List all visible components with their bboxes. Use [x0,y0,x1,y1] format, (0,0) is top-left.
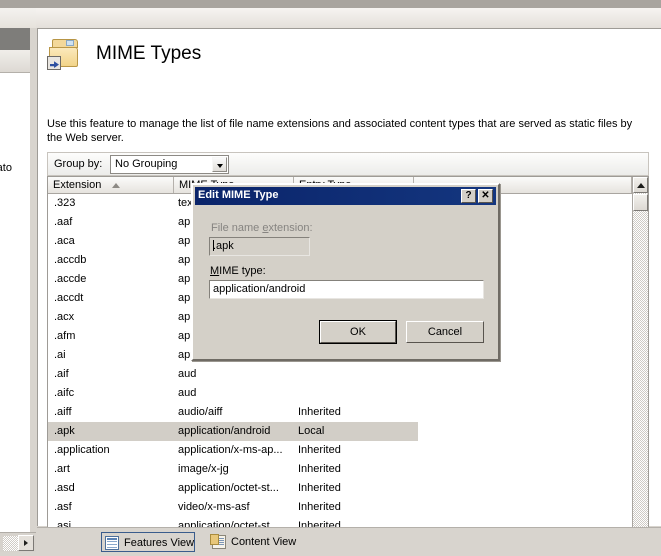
cell-mime-type: video/x-ms-asf [178,501,294,513]
group-by-toolbar: Group by: No Grouping [47,152,649,176]
sort-ascending-icon [112,183,120,188]
chevron-down-icon[interactable] [212,157,227,172]
cell-entry-type: Inherited [298,463,408,475]
cell-extension: .accde [54,273,174,285]
mime-type-field[interactable]: application/android [209,280,484,299]
cell-entry-type: Inherited [298,406,408,418]
window-toolbar-area [36,8,661,28]
cell-mime-type: application/octet-st... [178,482,294,494]
table-row[interactable]: .asd application/octet-st... Inherited [48,479,632,498]
cell-extension: .ai [54,349,174,361]
page-description: Use this feature to manage the list of f… [47,117,649,145]
dialog-title: Edit MIME Type [198,189,278,201]
mime-type-label: MIME type: [210,265,266,277]
file-name-extension-field[interactable]: .apk [209,237,310,256]
tab-content-view-label: Content View [231,536,296,548]
cell-mime-type: image/x-jg [178,463,294,475]
scroll-right-icon[interactable] [18,535,34,551]
close-icon[interactable]: ✕ [478,189,493,203]
cell-mime-type: audio/aiff [178,406,294,418]
background-horizontal-scrollbar[interactable] [0,532,36,553]
cell-extension: .afm [54,330,174,342]
table-row[interactable]: .art image/x-jg Inherited [48,460,632,479]
tab-features-view[interactable]: Features View [101,532,195,552]
cell-mime-type: aud [178,387,294,399]
view-tabs-bar: Features View Content View [37,527,661,556]
table-row[interactable]: .apk application/android Local [48,422,632,441]
table-row[interactable]: .asf video/x-ms-asf Inherited [48,498,632,517]
background-tree-header [0,28,30,50]
cell-entry-type: Local [298,425,408,437]
cell-entry-type: Inherited [298,444,408,456]
file-name-extension-value: .apk [213,240,234,252]
folder-shortcut-icon [46,37,82,73]
scroll-up-icon[interactable] [633,177,648,193]
cell-extension: .accdb [54,254,174,266]
cell-extension: .asd [54,482,174,494]
cell-extension: .accdt [54,292,174,304]
grid-view-icon [105,536,119,550]
cell-mime-type: application/android [178,425,294,437]
cell-extension: .art [54,463,174,475]
scrollbar-thumb[interactable] [633,194,648,211]
window-top-strip [36,0,661,8]
cell-extension: .aifc [54,387,174,399]
cell-extension: .asf [54,501,174,513]
background-tree-pane[interactable]: istrato [0,73,31,532]
background-tree-node-label: istrato [0,162,30,174]
ok-button[interactable]: OK [320,321,396,343]
cell-extension: .323 [54,197,174,209]
cell-extension: .aiff [54,406,174,418]
cell-mime-type: application/x-ms-ap... [178,444,294,456]
column-header-extension[interactable]: Extension [48,177,174,193]
tab-content-view[interactable]: Content View [209,532,296,552]
help-icon[interactable]: ? [461,189,476,203]
cell-extension: .application [54,444,174,456]
tab-features-view-label: Features View [124,537,194,549]
list-vertical-scrollbar[interactable] [632,177,648,546]
table-row[interactable]: .application application/x-ms-ap... Inheri… [48,441,632,460]
cancel-button[interactable]: Cancel [406,321,484,343]
background-tree-subheader [0,50,30,73]
folder-tab-icon [66,40,74,46]
screen: istrato MIME Types Use this feature to m… [0,0,661,556]
shortcut-arrow-icon [47,56,61,70]
edit-mime-type-dialog: Edit MIME Type ? ✕ File name extension: … [191,183,500,361]
cell-extension: .apk [54,425,174,437]
mime-type-value: application/android [213,283,305,295]
group-by-dropdown[interactable]: No Grouping [110,155,229,174]
cell-mime-type: aud [178,368,294,380]
cell-entry-type: Inherited [298,501,408,513]
content-view-icon [212,535,226,549]
background-toolbar-gradient [0,8,36,28]
cell-extension: .aif [54,368,174,380]
file-name-extension-label: File name extension: [211,222,313,234]
group-by-label: Group by: [54,158,102,170]
cell-extension: .acx [54,311,174,323]
table-row[interactable]: .aiff audio/aiff Inherited [48,403,632,422]
page-title: MIME Types [96,43,201,65]
dialog-title-bar[interactable]: Edit MIME Type ? ✕ [195,187,496,205]
cell-extension: .aaf [54,216,174,228]
group-by-value: No Grouping [115,158,177,170]
background-toolbar-strip [0,0,36,8]
table-row[interactable]: .aifc aud [48,384,632,403]
cell-extension: .aca [54,235,174,247]
table-row[interactable]: .aif aud [48,365,632,384]
column-header-extension-label: Extension [53,179,101,191]
cell-entry-type: Inherited [298,482,408,494]
